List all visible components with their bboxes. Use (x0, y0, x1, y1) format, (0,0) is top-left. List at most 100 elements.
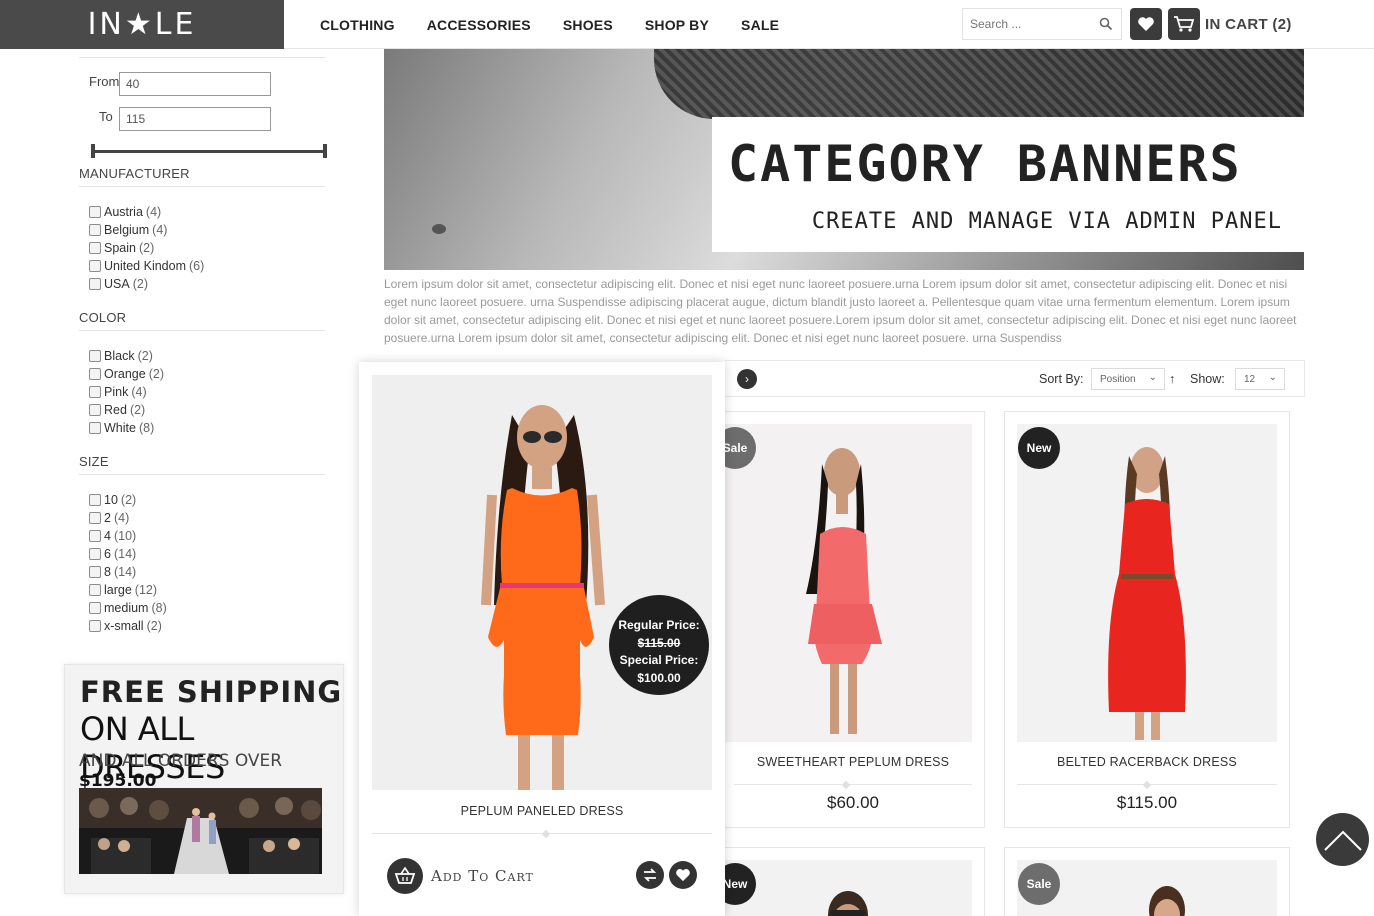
checkbox[interactable] (89, 494, 101, 506)
price-from-input[interactable] (119, 72, 271, 96)
slider-handle-min[interactable] (91, 144, 95, 158)
filter-title-manufacturer[interactable]: MANUFACTURER (79, 166, 190, 181)
filter-option[interactable]: White (8) (89, 419, 154, 437)
banner-title: CATEGORY BANNERS (728, 135, 1242, 193)
option-label: medium (104, 601, 149, 615)
option-count: (2) (146, 619, 162, 633)
filter-option[interactable]: 4 (10) (89, 527, 136, 545)
filter-option[interactable]: Pink (4) (89, 383, 147, 401)
cart-count-label[interactable]: IN CART (2) (1205, 16, 1292, 33)
option-label: large (104, 583, 132, 597)
heart-icon (1138, 17, 1154, 31)
banner-subtitle: CREATE AND MANAGE VIA ADMIN PANEL (811, 209, 1282, 234)
back-to-top-button[interactable] (1316, 813, 1369, 866)
category-description: Lorem ipsum dolor sit amet, consectetur … (384, 277, 1297, 345)
divider (79, 57, 325, 58)
checkbox[interactable] (89, 224, 101, 236)
checkbox[interactable] (89, 242, 101, 254)
product-card[interactable]: Sale (1004, 847, 1290, 916)
regular-price: $115.00 (637, 635, 681, 650)
checkbox[interactable] (89, 206, 101, 218)
filter-option[interactable]: United Kindom (6) (89, 257, 204, 275)
add-to-wishlist-button[interactable] (669, 861, 697, 889)
option-label: Austria (104, 205, 143, 219)
option-count: (8) (138, 421, 155, 435)
product-image[interactable] (722, 860, 972, 916)
slider-handle-max[interactable] (323, 144, 327, 158)
divider-ornament (1142, 780, 1152, 790)
filter-option[interactable]: 10 (2) (89, 491, 136, 509)
product-card[interactable]: New (714, 847, 985, 916)
search-box (962, 8, 1122, 40)
nav-item-clothing[interactable]: CLOTHING (320, 17, 395, 33)
nav-item-shoes[interactable]: SHOES (563, 17, 613, 33)
product-name[interactable]: BELTED RACERBACK DRESS (1005, 755, 1289, 769)
checkbox[interactable] (89, 386, 101, 398)
checkbox[interactable] (89, 602, 101, 614)
filter-option[interactable]: Orange (2) (89, 365, 164, 383)
category-banner[interactable]: CATEGORY BANNERS CREATE AND MANAGE VIA A… (384, 49, 1304, 270)
product-name[interactable]: PEPLUM PANELED DRESS (359, 804, 725, 818)
free-shipping-promo[interactable]: FREE SHIPPING ON ALL DRESSES AND ALL ORD… (64, 664, 344, 894)
filter-option[interactable]: x-small (2) (89, 617, 162, 635)
product-card[interactable]: New BELTED RACERBACK DRESS $115.00 (1004, 411, 1290, 828)
sort-direction-icon[interactable]: ↑ (1169, 372, 1175, 386)
filter-title-color[interactable]: COLOR (79, 310, 126, 325)
wishlist-button[interactable] (1130, 8, 1162, 40)
filter-option[interactable]: 6 (14) (89, 545, 136, 563)
checkbox[interactable] (89, 530, 101, 542)
checkbox[interactable] (89, 350, 101, 362)
filter-option[interactable]: large (12) (89, 581, 157, 599)
search-input[interactable] (963, 9, 1093, 39)
checkbox[interactable] (89, 512, 101, 524)
price-to-input[interactable] (119, 107, 271, 131)
checkbox[interactable] (89, 620, 101, 632)
product-image[interactable] (372, 375, 712, 790)
cart-icon (1174, 16, 1195, 32)
filter-option[interactable]: 8 (14) (89, 563, 136, 581)
filter-option[interactable]: medium (8) (89, 599, 167, 617)
checkbox[interactable] (89, 422, 101, 434)
promo-line3: AND ALL ORDERS OVER $195.00 (79, 751, 343, 791)
checkbox[interactable] (89, 548, 101, 560)
checkbox[interactable] (89, 260, 101, 272)
filter-option[interactable]: Spain (2) (89, 239, 154, 257)
option-label: 2 (104, 511, 111, 525)
filter-option[interactable]: 2 (4) (89, 509, 129, 527)
option-count: (14) (113, 565, 137, 579)
option-label: Black (104, 349, 135, 363)
add-to-cart-button[interactable]: Add To Cart (387, 858, 534, 894)
compare-button[interactable] (636, 861, 664, 889)
checkbox[interactable] (89, 584, 101, 596)
filter-title-size[interactable]: SIZE (79, 454, 109, 469)
filter-option[interactable]: Black (2) (89, 347, 153, 365)
nav-item-accessories[interactable]: ACCESSORIES (427, 17, 531, 33)
option-count: (4) (131, 385, 147, 399)
checkbox[interactable] (89, 404, 101, 416)
special-price: $100.00 (637, 670, 681, 685)
banner-lace-decoration (654, 49, 1304, 119)
filter-option[interactable]: Red (2) (89, 401, 145, 419)
product-image[interactable] (1017, 424, 1277, 742)
nav-item-shop-by[interactable]: SHOP BY (645, 17, 709, 33)
nav-item-sale[interactable]: SALE (741, 17, 779, 33)
product-name[interactable]: SWEETHEART PEPLUM DRESS (722, 755, 984, 769)
cart-button[interactable] (1168, 8, 1200, 40)
checkbox[interactable] (89, 368, 101, 380)
product-image[interactable] (722, 424, 972, 742)
logo[interactable]: IN★LE (0, 0, 284, 49)
filter-option[interactable]: Austria (4) (89, 203, 161, 221)
filter-option[interactable]: USA (2) (89, 275, 148, 293)
search-icon[interactable] (1099, 17, 1113, 31)
sort-select[interactable]: Position ⌄ (1091, 368, 1165, 390)
product-card[interactable]: Sale SWEETHEART PEPLUM DRESS $60.00 (714, 411, 985, 828)
option-count: (6) (189, 259, 205, 273)
option-label: USA (104, 277, 130, 291)
filter-option[interactable]: Belgium (4) (89, 221, 167, 239)
add-to-cart-label: Add To Cart (431, 867, 534, 885)
next-page-button[interactable]: › (737, 369, 757, 389)
divider (79, 474, 325, 475)
checkbox[interactable] (89, 566, 101, 578)
checkbox[interactable] (89, 278, 101, 290)
show-select[interactable]: 12 ⌄ (1235, 368, 1285, 390)
